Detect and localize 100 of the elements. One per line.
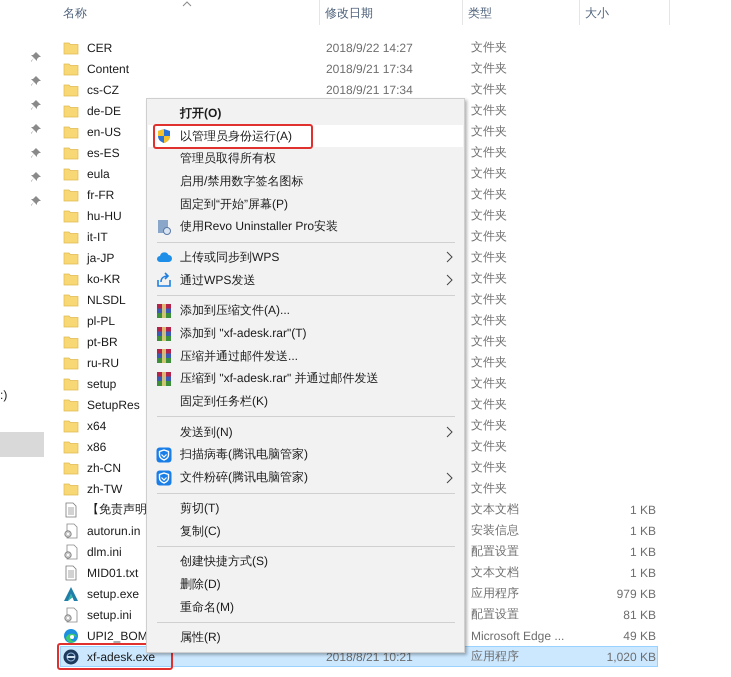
folder-icon bbox=[63, 40, 79, 56]
menu-item[interactable]: 启用/禁用数字签名图标 bbox=[148, 170, 463, 193]
file-name: de-DE bbox=[87, 104, 122, 118]
folder-icon bbox=[63, 60, 79, 76]
modified-date: 2018/9/21 17:34 bbox=[326, 82, 414, 96]
file-type: 文件夹 bbox=[471, 270, 508, 287]
shield-icon bbox=[156, 128, 172, 144]
file-type: 文件夹 bbox=[471, 333, 508, 350]
pin-icon[interactable] bbox=[31, 100, 41, 110]
file-name: hu-HU bbox=[87, 208, 122, 222]
file-type: 文件夹 bbox=[471, 207, 508, 224]
folder-icon bbox=[63, 292, 79, 308]
menu-item[interactable]: 上传或同步到WPS bbox=[148, 246, 463, 269]
folder-icon bbox=[63, 396, 79, 412]
modified-date: 2018/9/22 14:27 bbox=[326, 40, 414, 54]
file-name: Content bbox=[87, 62, 130, 76]
menu-item[interactable]: 复制(C) bbox=[148, 520, 463, 542]
menu-item[interactable]: 扫描病毒(腾讯电脑管家) bbox=[148, 444, 463, 466]
file-size: 49 KB bbox=[622, 628, 656, 642]
menu-item[interactable]: 发送到(N) bbox=[148, 420, 463, 444]
folder-icon bbox=[63, 270, 79, 286]
file-name: ja-JP bbox=[87, 250, 114, 264]
drive-label[interactable]: :) bbox=[0, 385, 8, 405]
folder-icon bbox=[63, 460, 79, 476]
file-name: en-US bbox=[87, 124, 122, 138]
pin-icon[interactable] bbox=[31, 52, 41, 62]
file-type: 文件夹 bbox=[471, 228, 508, 245]
file-type: 文件夹 bbox=[471, 165, 508, 182]
pin-icon[interactable] bbox=[31, 172, 41, 182]
pin-icon[interactable] bbox=[31, 196, 41, 206]
file-type: 文件夹 bbox=[471, 39, 508, 56]
archive-icon bbox=[156, 302, 172, 319]
file-type: 文件夹 bbox=[471, 354, 508, 371]
settings-file-icon bbox=[63, 606, 79, 622]
file-type: Microsoft Edge ... bbox=[471, 628, 566, 642]
file-type: 文件夹 bbox=[471, 291, 508, 308]
file-name: 【免责声明 bbox=[87, 501, 147, 518]
file-type: 文件夹 bbox=[471, 81, 508, 98]
menu-item[interactable]: 通过WPS发送 bbox=[148, 268, 463, 292]
archive-icon bbox=[156, 326, 172, 342]
file-name: autorun.in bbox=[87, 524, 140, 538]
column-header[interactable]: 名称 bbox=[44, 0, 320, 25]
file-size: 1 KB bbox=[628, 566, 656, 580]
menu-item[interactable]: 剪切(T) bbox=[148, 497, 463, 520]
menu-item[interactable]: 压缩到 "xf-adesk.rar" 并通过邮件发送 bbox=[148, 368, 463, 390]
file-name: pl-PL bbox=[87, 314, 116, 328]
menu-item[interactable]: 添加到压缩文件(A)... bbox=[148, 300, 463, 322]
folder-icon bbox=[63, 186, 79, 202]
pin-icon[interactable] bbox=[31, 76, 41, 86]
file-type: 文件夹 bbox=[471, 60, 508, 77]
file-name: CER bbox=[87, 40, 112, 54]
menu-item[interactable]: 压缩并通过邮件发送... bbox=[148, 344, 463, 368]
text-file-icon bbox=[63, 502, 79, 518]
menu-item[interactable]: 固定到任务栏(K) bbox=[148, 390, 463, 413]
folder-icon bbox=[63, 376, 79, 392]
file-type: 文件夹 bbox=[471, 102, 508, 119]
modified-date: 2018/9/21 17:34 bbox=[326, 62, 414, 76]
menu-item[interactable]: 以管理员身份运行(A) bbox=[148, 124, 463, 148]
file-name: dlm.ini bbox=[87, 544, 122, 558]
file-type: 文件夹 bbox=[471, 144, 508, 161]
file-name: it-IT bbox=[87, 230, 108, 244]
file-name: xf-adesk.exe bbox=[87, 650, 156, 664]
folder-icon bbox=[63, 82, 79, 98]
file-name: NLSDL bbox=[87, 292, 126, 306]
archive-icon bbox=[156, 348, 172, 364]
menu-item[interactable]: 添加到 "xf-adesk.rar"(T) bbox=[148, 322, 463, 345]
menu-item[interactable]: 删除(D) bbox=[148, 573, 463, 596]
column-header[interactable]: 大小 bbox=[580, 0, 670, 25]
app-icon bbox=[63, 648, 79, 664]
pin-icon[interactable] bbox=[31, 124, 41, 134]
shield-icon bbox=[156, 446, 172, 463]
menu-item[interactable]: 使用Revo Uninstaller Pro安装 bbox=[148, 215, 463, 238]
folder-icon bbox=[63, 334, 79, 350]
column-header[interactable]: 修改日期 bbox=[320, 0, 463, 25]
menu-item[interactable]: 重命名(M) bbox=[148, 596, 463, 618]
file-size: 1 KB bbox=[628, 544, 656, 558]
menu-item[interactable]: 创建快捷方式(S) bbox=[148, 550, 463, 574]
file-name: setup.exe bbox=[87, 586, 140, 600]
text-file-icon bbox=[63, 564, 79, 580]
menu-item[interactable]: 打开(O) bbox=[148, 102, 463, 125]
file-name: pt-BR bbox=[87, 334, 118, 348]
file-type: 安装信息 bbox=[471, 522, 520, 539]
folder-icon bbox=[63, 418, 79, 434]
folder-icon bbox=[63, 438, 79, 454]
file-size: 81 KB bbox=[622, 608, 656, 622]
app-icon bbox=[63, 586, 79, 602]
folder-icon bbox=[63, 208, 79, 224]
modified-date: 2018/8/21 10:21 bbox=[326, 650, 414, 664]
file-name: x64 bbox=[87, 418, 106, 432]
menu-item[interactable]: 管理员取得所有权 bbox=[148, 147, 463, 170]
file-size: 979 KB bbox=[616, 586, 656, 600]
installer-icon bbox=[156, 218, 172, 235]
column-header[interactable]: 类型 bbox=[463, 0, 580, 25]
pin-icon[interactable] bbox=[31, 148, 41, 158]
menu-item[interactable]: 文件粉碎(腾讯电脑管家) bbox=[148, 466, 463, 489]
file-name: setup.ini bbox=[87, 608, 132, 622]
menu-item[interactable]: 固定到“开始”屏幕(P) bbox=[148, 192, 463, 216]
file-type: 文件夹 bbox=[471, 417, 508, 434]
file-name: x86 bbox=[87, 440, 106, 454]
archive-icon bbox=[156, 370, 172, 387]
